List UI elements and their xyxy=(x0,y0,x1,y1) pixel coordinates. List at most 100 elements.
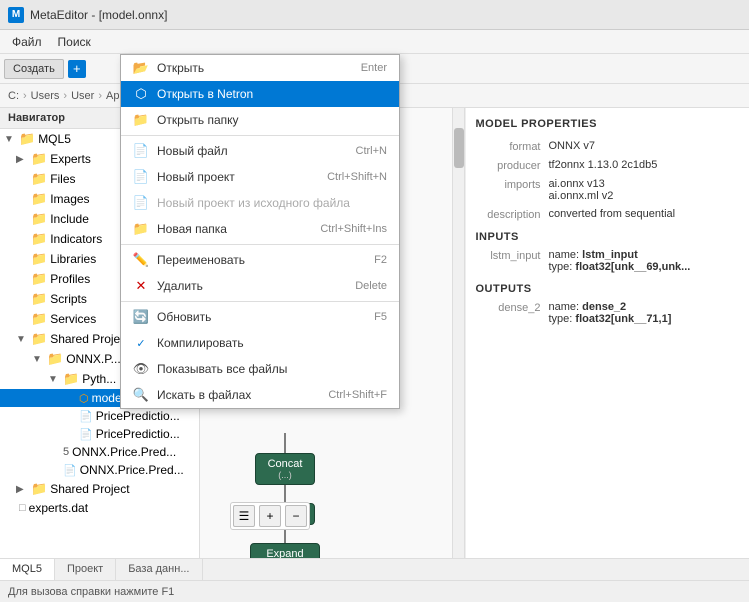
prop-imports-value: ai.onnx v13ai.onnx.ml v2 xyxy=(549,178,740,202)
netron-icon: ⬡ xyxy=(133,86,149,102)
graph-toolbar: ☰ + − xyxy=(230,502,310,530)
sidebar-item-pp1[interactable]: 📄 PricePredictio... xyxy=(0,407,199,425)
ctx-new-project-from-file: 📄 Новый проект из исходного файла xyxy=(121,190,399,216)
folder-icon-shared: 📁 xyxy=(31,331,47,347)
toggle-shared2: ▶ xyxy=(16,484,28,495)
create-button[interactable]: Создать xyxy=(4,59,64,79)
ctx-refresh-label: Обновить xyxy=(157,310,366,324)
label-shared: Shared Proje... xyxy=(50,332,130,346)
sidebar-item-pp2[interactable]: 📄 PricePredictio... xyxy=(0,425,199,443)
new-project-icon: 📄 xyxy=(133,169,149,185)
output-dense2-label: dense_2 xyxy=(476,301,541,314)
ctx-show-all[interactable]: 👁 Показывать все файлы xyxy=(121,356,399,382)
status-bar: Для вызова справки нажмите F1 xyxy=(0,580,749,602)
ctx-open[interactable]: 📂 Открыть Enter xyxy=(121,55,399,81)
ctx-new-file[interactable]: 📄 Новый файл Ctrl+N xyxy=(121,138,399,164)
prop-producer-value: tf2onnx 1.13.0 2c1db5 xyxy=(549,159,740,171)
prop-producer-label: producer xyxy=(476,159,541,172)
ctx-open-netron[interactable]: ⬡ Открыть в Netron xyxy=(121,81,399,107)
label-mql5: MQL5 xyxy=(38,132,71,146)
sidebar-item-onnx-price[interactable]: 📄 ONNX.Price.Pred... xyxy=(0,461,199,479)
label-files: Files xyxy=(50,172,75,186)
node-concat[interactable]: Concat (...) xyxy=(255,453,315,485)
input-lstm-label: lstm_input xyxy=(476,249,541,262)
ctx-rename[interactable]: ✏️ Переименовать F2 xyxy=(121,247,399,273)
menu-search[interactable]: Поиск xyxy=(50,33,99,51)
label-onnx: ONNX.P... xyxy=(66,352,120,366)
ctx-refresh[interactable]: 🔄 Обновить F5 xyxy=(121,304,399,330)
tab-database[interactable]: База данн... xyxy=(116,559,202,582)
sidebar-item-5onnx[interactable]: 5 ONNX.Price.Pred... xyxy=(0,443,199,461)
vertical-scrollbar[interactable] xyxy=(452,108,464,558)
input-lstm-value: name: lstm_input type: float32[unk__69,u… xyxy=(549,249,740,273)
ctx-rename-shortcut: F2 xyxy=(374,254,387,266)
label-experts: Experts xyxy=(50,152,91,166)
ctx-open-folder-label: Открыть папку xyxy=(157,113,379,127)
label-pp2: PricePredictio... xyxy=(96,427,180,441)
folder-icon-onnx: 📁 xyxy=(47,351,63,367)
ctx-new-project-label: Новый проект xyxy=(157,170,319,184)
prop-producer-row: producer tf2onnx 1.13.0 2c1db5 xyxy=(476,159,740,172)
label-scripts: Scripts xyxy=(50,292,87,306)
prop-format-value: ONNX v7 xyxy=(549,140,740,152)
onnx-file-icon: ⬡ xyxy=(79,392,89,405)
folder-icon-mql5: 📁 xyxy=(19,131,35,147)
ctx-search-files-shortcut: Ctrl+Shift+F xyxy=(328,389,387,401)
toggle-onnx: ▼ xyxy=(32,354,44,365)
context-menu: 📂 Открыть Enter ⬡ Открыть в Netron 📁 Отк… xyxy=(120,54,400,409)
ctx-delete[interactable]: ✕ Удалить Delete xyxy=(121,273,399,299)
sidebar-item-shared2[interactable]: ▶ 📁 Shared Project xyxy=(0,479,199,499)
sidebar-item-experts-dat[interactable]: □ experts.dat xyxy=(0,499,199,517)
ctx-new-project-shortcut: Ctrl+Shift+N xyxy=(327,171,387,183)
menu-file[interactable]: Файл xyxy=(4,33,50,51)
toggle-shared: ▼ xyxy=(16,334,28,345)
file-icon-onnxprice: 📄 xyxy=(63,464,77,477)
separator-2 xyxy=(121,244,399,245)
prop-imports-label: imports xyxy=(476,178,541,191)
tab-project[interactable]: Проект xyxy=(55,559,116,582)
ctx-new-proj2-label: Новый проект из исходного файла xyxy=(157,196,379,210)
folder-icon-files: 📁 xyxy=(31,171,47,187)
label-indicators: Indicators xyxy=(50,232,102,246)
folder-icon-images: 📁 xyxy=(31,191,47,207)
prop-description-label: description xyxy=(476,208,541,221)
label-5onnx: ONNX.Price.Pred... xyxy=(72,445,176,459)
folder-icon-pyth: 📁 xyxy=(63,371,79,387)
label-include: Include xyxy=(50,212,89,226)
prop-imports-row: imports ai.onnx v13ai.onnx.ml v2 xyxy=(476,178,740,202)
graph-zoom-out[interactable]: − xyxy=(285,505,307,527)
add-button[interactable]: + xyxy=(68,60,86,78)
check-icon: ✓ xyxy=(133,335,149,351)
label-shared2: Shared Project xyxy=(50,482,129,496)
title-bar: M MetaEditor - [model.onnx] xyxy=(0,0,749,30)
ctx-compile[interactable]: ✓ Компилировать xyxy=(121,330,399,356)
separator-1 xyxy=(121,135,399,136)
ctx-new-folder[interactable]: 📁 Новая папка Ctrl+Shift+Ins xyxy=(121,216,399,242)
ctx-show-all-label: Показывать все файлы xyxy=(157,362,379,376)
graph-list-btn[interactable]: ☰ xyxy=(233,505,255,527)
bc-user: User xyxy=(71,90,94,102)
tab-mql5[interactable]: MQL5 xyxy=(0,559,55,582)
new-proj2-icon: 📄 xyxy=(133,195,149,211)
ctx-new-file-label: Новый файл xyxy=(157,144,348,158)
folder-icon-scripts: 📁 xyxy=(31,291,47,307)
new-file-icon: 📄 xyxy=(133,143,149,159)
ctx-open-label: Открыть xyxy=(157,61,353,75)
folder-icon-profiles: 📁 xyxy=(31,271,47,287)
ctx-search-files[interactable]: 🔍 Искать в файлах Ctrl+Shift+F xyxy=(121,382,399,408)
folder-yellow-icon: 📁 xyxy=(133,112,149,128)
label-pp1: PricePredictio... xyxy=(96,409,180,423)
toggle-pyth: ▼ xyxy=(48,374,60,385)
scroll-thumb[interactable] xyxy=(454,128,464,168)
ctx-open-folder[interactable]: 📁 Открыть папку xyxy=(121,107,399,133)
label-profiles: Profiles xyxy=(50,272,90,286)
ctx-new-project[interactable]: 📄 Новый проект Ctrl+Shift+N xyxy=(121,164,399,190)
toggle-experts: ▶ xyxy=(16,154,28,165)
toggle-mql5: ▼ xyxy=(4,134,16,145)
folder-icon-services: 📁 xyxy=(31,311,47,327)
ctx-new-folder-shortcut: Ctrl+Shift+Ins xyxy=(320,223,387,235)
node-expand[interactable]: Expand input = 0 xyxy=(250,543,320,558)
graph-zoom-in[interactable]: + xyxy=(259,505,281,527)
label-experts-dat: experts.dat xyxy=(29,501,88,515)
ctx-new-folder-label: Новая папка xyxy=(157,222,312,236)
